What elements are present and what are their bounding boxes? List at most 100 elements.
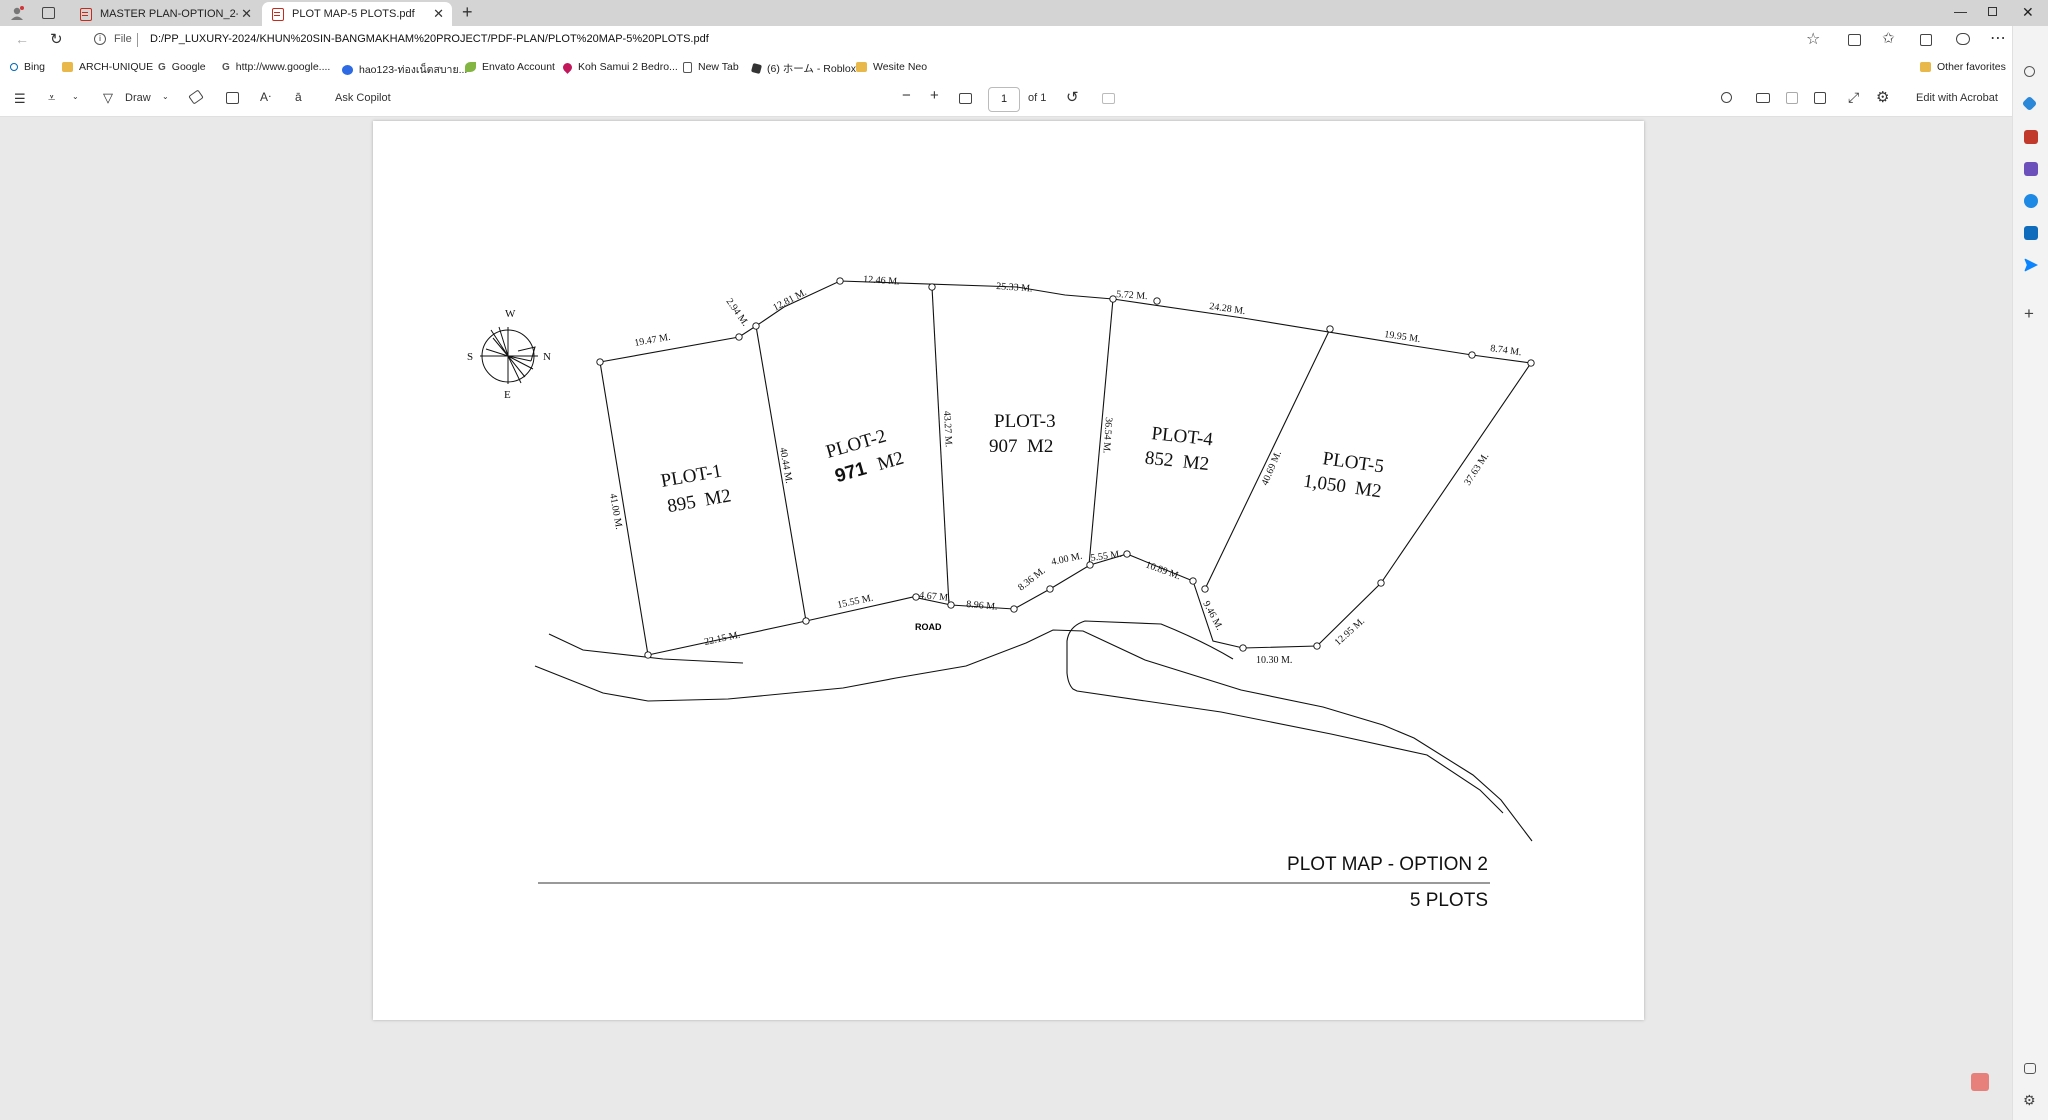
address-url: D:/PP_LUXURY-2024/KHUN%20SIN-BANGMAKHAM%… xyxy=(150,33,709,45)
favorite-google-url[interactable]: Ghttp://www.google.... xyxy=(222,61,330,73)
favorite-bing[interactable]: Bing xyxy=(10,61,45,73)
more-menu-icon[interactable]: ⋯ xyxy=(1990,28,2006,48)
screenshot-icon[interactable] xyxy=(2024,1063,2036,1074)
dim-label: 12.81 M. xyxy=(771,287,808,314)
address-scheme: File xyxy=(114,33,132,45)
translate-icon[interactable]: ā xyxy=(295,90,302,104)
close-window-icon[interactable]: ✕ xyxy=(2022,4,2034,21)
plot-label-2: PLOT-2 971 M2 xyxy=(824,426,907,488)
address-field[interactable]: i File D:/PP_LUXURY-2024/KHUN%20SIN-BANG… xyxy=(82,28,1812,52)
dim-label: 2.94 M. xyxy=(724,296,751,328)
toolbox-icon[interactable] xyxy=(2024,130,2038,144)
envato-leaf-icon xyxy=(465,62,476,72)
text-box-icon[interactable] xyxy=(226,92,239,104)
chevron-down-icon[interactable]: ⌄ xyxy=(162,92,169,101)
zoom-in-icon[interactable]: + xyxy=(930,87,939,104)
favorite-wesite-neo[interactable]: Wesite Neo xyxy=(856,61,927,73)
restore-icon[interactable] xyxy=(1988,7,1997,16)
edit-with-acrobat-button[interactable]: Edit with Acrobat xyxy=(1916,92,1998,104)
close-tab-icon[interactable]: ✕ xyxy=(241,6,252,22)
draw-button[interactable]: Draw xyxy=(125,92,151,104)
favorite-new-tab[interactable]: New Tab xyxy=(683,61,739,73)
plot-name: PLOT-5 xyxy=(1321,448,1385,477)
zoom-out-icon[interactable]: − xyxy=(902,87,911,104)
plan-subtitle: 5 PLOTS xyxy=(1410,890,1488,911)
new-tab-icon[interactable]: + xyxy=(462,2,473,23)
rotate-icon[interactable]: ↺ xyxy=(1066,88,1079,106)
search-icon[interactable] xyxy=(1721,92,1732,103)
hao123-icon xyxy=(342,64,353,75)
highlight-icon[interactable]: ⩡ xyxy=(48,90,55,106)
dim-label: 8.36 M. xyxy=(1016,565,1048,593)
favorite-envato[interactable]: Envato Account xyxy=(465,61,555,73)
microsoft365-icon[interactable] xyxy=(2024,194,2038,208)
favorites-icon[interactable]: ✩ xyxy=(1882,29,1895,47)
dim-label: 19.47 M. xyxy=(634,332,672,349)
info-icon[interactable]: i xyxy=(94,33,106,45)
favorites-bar: Bing ARCH-UNIQUE G Google Ghttp://www.goo… xyxy=(0,54,2048,82)
favorite-koh-samui[interactable]: Koh Samui 2 Bedro... xyxy=(561,60,678,74)
page-number-input[interactable]: 1 xyxy=(988,87,1020,112)
add-icon[interactable]: + xyxy=(2024,304,2034,324)
google-icon: G xyxy=(158,62,166,73)
split-screen-icon[interactable] xyxy=(1848,34,1861,46)
favorite-hao123[interactable]: hao123-ท่องเน็ตสบาย... xyxy=(342,61,467,78)
outlook-icon[interactable] xyxy=(2024,226,2038,240)
plot-area-value: 971 xyxy=(833,458,870,487)
save-icon[interactable] xyxy=(1786,92,1798,104)
fit-page-icon[interactable] xyxy=(959,93,972,104)
ask-copilot-button[interactable]: Ask Copilot xyxy=(335,92,391,104)
acrobat-badge-icon[interactable] xyxy=(1971,1073,1989,1091)
favorite-google[interactable]: G Google xyxy=(158,61,206,73)
read-aloud-icon[interactable]: Aᐧ xyxy=(260,90,271,104)
chevron-down-icon[interactable]: ⌄ xyxy=(72,92,79,101)
favorite-star-icon[interactable]: ☆ xyxy=(1806,29,1820,49)
settings-gear-icon[interactable]: ⚙ xyxy=(1876,88,1889,106)
search-icon[interactable] xyxy=(2024,66,2035,77)
eraser-icon[interactable] xyxy=(188,89,204,105)
other-favorites[interactable]: Other favorites xyxy=(1920,61,2006,73)
settings-gear-icon[interactable]: ⚙ xyxy=(2023,1092,2036,1109)
extensions-icon[interactable] xyxy=(1956,33,1970,45)
edge-sidebar: + ⚙ xyxy=(1970,26,2048,1120)
dim-label: 25.33 M. xyxy=(996,281,1033,295)
close-tab-icon[interactable]: ✕ xyxy=(433,6,444,22)
collections-icon[interactable] xyxy=(1920,34,1932,46)
pdf-toolbar: ☰ ⩡ ⌄ ▽ Draw ⌄ Aᐧ ā Ask Copilot − + 1 of… xyxy=(0,82,2012,117)
favorite-arch-unique[interactable]: ARCH-UNIQUE xyxy=(62,61,153,73)
back-icon[interactable]: ← xyxy=(15,31,29,47)
search-icon xyxy=(10,63,18,71)
profile-icon[interactable] xyxy=(10,6,24,20)
dim-label: 8.74 M. xyxy=(1490,343,1523,358)
two-page-icon[interactable] xyxy=(1102,93,1115,104)
pdf-page: W S N E 19.47 M. 2.94 M. 12.81 M. 12.46 … xyxy=(373,121,1644,1020)
print-icon[interactable] xyxy=(1756,93,1770,103)
minimize-icon[interactable]: — xyxy=(1954,4,1967,19)
send-icon[interactable] xyxy=(2024,258,2038,272)
dim-label: 12.46 M. xyxy=(863,274,900,288)
address-bar-row: ← ↻ i File D:/PP_LUXURY-2024/KHUN%20SIN-… xyxy=(0,26,2048,54)
road-inner-loop xyxy=(1066,620,1504,814)
draw-icon[interactable]: ▽ xyxy=(103,90,113,106)
games-icon[interactable] xyxy=(2024,162,2038,176)
boundary-plot1-2 xyxy=(755,325,807,622)
tab-actions-icon[interactable] xyxy=(42,7,55,19)
pdf-viewer[interactable]: W S N E 19.47 M. 2.94 M. 12.81 M. 12.46 … xyxy=(0,117,2012,1120)
favorite-roblox[interactable]: (6) ホーム - Roblox xyxy=(750,61,856,76)
folder-icon xyxy=(1920,62,1931,72)
compass-s: S xyxy=(467,351,473,363)
tab-master-plan[interactable]: MASTER PLAN-OPTION_2-5 PLOTS.pdf ✕ xyxy=(70,2,260,26)
shopping-tag-icon[interactable] xyxy=(2021,95,2038,112)
refresh-icon[interactable]: ↻ xyxy=(50,30,63,48)
pdf-file-icon xyxy=(80,7,92,21)
tab-plot-map[interactable]: PLOT MAP-5 PLOTS.pdf ✕ xyxy=(262,2,452,26)
dim-label: 41.00 M. xyxy=(607,493,624,531)
save-as-icon[interactable] xyxy=(1814,92,1826,104)
folder-icon xyxy=(856,62,867,72)
fullscreen-icon[interactable]: ⤢ xyxy=(1848,89,1859,106)
dim-label: 4.00 M. xyxy=(1050,551,1083,568)
dim-label: 5.55 M. xyxy=(1090,549,1123,564)
contents-icon[interactable]: ☰ xyxy=(14,91,26,107)
dim-label: 24.28 M. xyxy=(1209,301,1247,317)
dim-label: 19.95 M. xyxy=(1384,329,1422,345)
